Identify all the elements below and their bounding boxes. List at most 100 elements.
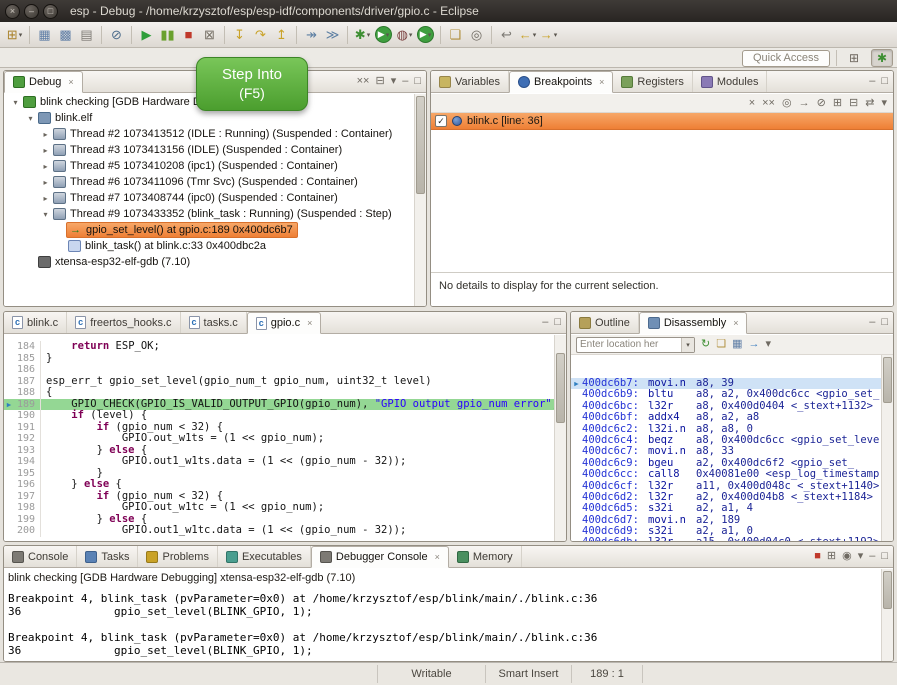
tab-debug[interactable]: Debug × bbox=[4, 71, 83, 93]
close-tab-icon[interactable]: × bbox=[307, 318, 312, 328]
tab-tasks[interactable]: Tasks bbox=[77, 546, 138, 567]
remove-all-breakpoints-button[interactable]: ×× bbox=[762, 98, 775, 109]
expand-all-button[interactable]: ⊞ bbox=[833, 98, 842, 109]
line-number[interactable]: 191 bbox=[14, 422, 41, 434]
last-edit-location-button[interactable]: ↩ bbox=[496, 25, 517, 45]
coverage-button[interactable]: ◍ bbox=[394, 25, 415, 45]
window-close-button[interactable]: × bbox=[5, 4, 20, 19]
location-combo[interactable]: ▾ bbox=[576, 337, 695, 353]
code-editor[interactable]: 184 return ESP_OK;185}186187esp_err_t gp… bbox=[4, 335, 554, 541]
debug-tree-row[interactable]: ▸Thread #2 1073413512 (IDLE : Running) (… bbox=[4, 126, 426, 142]
window-minimize-button[interactable]: – bbox=[24, 4, 39, 19]
remove-all-terminated-button[interactable]: ×× bbox=[357, 76, 370, 87]
search-button[interactable]: ◎ bbox=[466, 25, 487, 45]
remove-breakpoint-button[interactable]: × bbox=[749, 98, 755, 109]
line-number[interactable]: 187 bbox=[14, 376, 41, 388]
debug-tree-row[interactable]: ▸Thread #7 1073408744 (ipc0) (Suspended … bbox=[4, 190, 426, 206]
tree-twisty-icon[interactable]: ▸ bbox=[40, 162, 51, 171]
forward-button[interactable]: → bbox=[538, 25, 559, 45]
close-tab-icon[interactable]: × bbox=[599, 77, 604, 87]
tab-modules[interactable]: Modules bbox=[693, 71, 768, 92]
tab-problems[interactable]: Problems bbox=[138, 546, 217, 567]
debug-perspective-button[interactable]: ✱ bbox=[871, 49, 893, 67]
minimize-view-button[interactable]: – bbox=[402, 76, 408, 87]
combo-dropdown-icon[interactable]: ▾ bbox=[681, 338, 694, 352]
view-menu-icon[interactable]: ▾ bbox=[766, 339, 772, 350]
skip-all-breakpoints-button[interactable]: ⊘ bbox=[106, 25, 127, 45]
step-over-button[interactable]: ↷ bbox=[250, 25, 271, 45]
editor-scrollbar[interactable] bbox=[554, 335, 566, 541]
debug-button[interactable]: ✱ bbox=[352, 25, 373, 45]
open-type-button[interactable]: ❏ bbox=[445, 25, 466, 45]
new-wizard-button[interactable]: ⊞ bbox=[4, 25, 25, 45]
open-perspective-button[interactable]: ⊞ bbox=[843, 49, 865, 67]
line-number[interactable]: 197 bbox=[14, 491, 41, 503]
maximize-view-button[interactable]: □ bbox=[414, 76, 421, 87]
disassembly-line[interactable]: 400dc6d5:s32ia2, a1, 4 bbox=[571, 503, 881, 514]
line-number[interactable]: 194 bbox=[14, 456, 41, 468]
view-menu-icon[interactable]: ▾ bbox=[391, 76, 397, 87]
run-button[interactable]: ▶ bbox=[375, 26, 392, 43]
quick-access-button[interactable]: Quick Access bbox=[742, 50, 830, 67]
close-tab-icon[interactable]: × bbox=[435, 552, 440, 562]
line-number[interactable]: 193 bbox=[14, 445, 41, 457]
tab-freertos-hooks-c[interactable]: c freertos_hooks.c bbox=[67, 312, 180, 333]
tab-tasks-c[interactable]: c tasks.c bbox=[181, 312, 247, 333]
debug-tree-row[interactable]: ▾blink.elf bbox=[4, 110, 426, 126]
editor-code-line[interactable]: 187esp_err_t gpio_set_level(gpio_num_t g… bbox=[4, 376, 554, 388]
save-all-button[interactable]: ▩ bbox=[55, 25, 76, 45]
tree-twisty-icon[interactable]: ▸ bbox=[40, 178, 51, 187]
disconnect-button[interactable]: ⊠ bbox=[199, 25, 220, 45]
editor-code-line[interactable]: 185} bbox=[4, 353, 554, 365]
use-step-filters-button[interactable]: ≫ bbox=[322, 25, 343, 45]
tree-twisty-icon[interactable]: ▸ bbox=[40, 130, 51, 139]
tab-blink-c[interactable]: c blink.c bbox=[4, 312, 67, 333]
minimize-view-button[interactable]: – bbox=[869, 76, 875, 87]
resume-button[interactable]: ▶ bbox=[136, 25, 157, 45]
debug-scrollbar[interactable] bbox=[414, 94, 426, 306]
scrollbar-thumb[interactable] bbox=[416, 96, 425, 194]
tab-console[interactable]: Console bbox=[4, 546, 77, 567]
tab-variables[interactable]: Variables bbox=[431, 71, 509, 92]
line-number[interactable]: 185 bbox=[14, 353, 41, 365]
maximize-view-button[interactable]: □ bbox=[881, 317, 888, 328]
skip-all-breakpoints-button[interactable]: ⊘ bbox=[817, 98, 826, 109]
tab-outline[interactable]: Outline bbox=[571, 312, 639, 333]
link-with-debug-view-button[interactable]: ⇄ bbox=[865, 98, 874, 109]
tab-executables[interactable]: Executables bbox=[218, 546, 311, 567]
editor-code-line[interactable]: 200 GPIO.out1_w1tc.data = (1 << (gpio_nu… bbox=[4, 525, 554, 537]
maximize-view-button[interactable]: □ bbox=[881, 551, 888, 562]
sync-with-pc-button[interactable]: → bbox=[749, 339, 760, 350]
disassembly-line[interactable]: 400dc6bf:addx4a8, a2, a8 bbox=[571, 412, 881, 423]
line-number[interactable]: 184 bbox=[14, 341, 41, 353]
debug-tree-row[interactable]: →gpio_set_level() at gpio.c:189 0x400dc6… bbox=[4, 222, 426, 238]
window-maximize-button[interactable]: □ bbox=[43, 4, 58, 19]
maximize-view-button[interactable]: □ bbox=[554, 317, 561, 328]
show-source-toggle[interactable]: ❏ bbox=[716, 339, 726, 350]
disassembly-listing[interactable]: ▶400dc6b7:movi.na8, 39400dc6b9:bltua8, a… bbox=[571, 378, 881, 541]
collapse-all-button[interactable]: ⊟ bbox=[849, 98, 858, 109]
maximize-view-button[interactable]: □ bbox=[881, 76, 888, 87]
tab-debugger-console[interactable]: Debugger Console × bbox=[311, 546, 449, 568]
minimize-view-button[interactable]: – bbox=[542, 317, 548, 328]
line-number[interactable]: 195 bbox=[14, 468, 41, 480]
view-menu-icon[interactable]: ▾ bbox=[881, 98, 887, 109]
save-button[interactable]: ▦ bbox=[34, 25, 55, 45]
view-menu-icon[interactable]: ▾ bbox=[858, 551, 864, 562]
console-scrollbar[interactable] bbox=[881, 569, 893, 661]
tree-twisty-icon[interactable]: ▾ bbox=[25, 114, 36, 123]
tab-gpio-c[interactable]: c gpio.c × bbox=[247, 312, 322, 334]
collapse-all-button[interactable]: ⊟ bbox=[375, 76, 384, 87]
tab-disassembly[interactable]: Disassembly × bbox=[639, 312, 748, 334]
line-number[interactable]: 190 bbox=[14, 410, 41, 422]
breakpoint-row[interactable]: ✓ blink.c [line: 36] bbox=[431, 113, 893, 130]
debug-tree-row[interactable]: blink_task() at blink.c:33 0x400dbc2a bbox=[4, 238, 426, 254]
debug-tree-row[interactable]: ▸Thread #3 1073413156 (IDLE) (Suspended … bbox=[4, 142, 426, 158]
debug-tree-row[interactable]: ▸Thread #5 1073410208 (ipc1) (Suspended … bbox=[4, 158, 426, 174]
line-number[interactable]: 192 bbox=[14, 433, 41, 445]
tab-breakpoints[interactable]: Breakpoints × bbox=[509, 71, 613, 93]
step-return-button[interactable]: ↥ bbox=[271, 25, 292, 45]
editor-code-line[interactable]: 184 return ESP_OK; bbox=[4, 341, 554, 353]
debug-tree-row[interactable]: xtensa-esp32-elf-gdb (7.10) bbox=[4, 254, 426, 270]
tab-memory[interactable]: Memory bbox=[449, 546, 522, 567]
